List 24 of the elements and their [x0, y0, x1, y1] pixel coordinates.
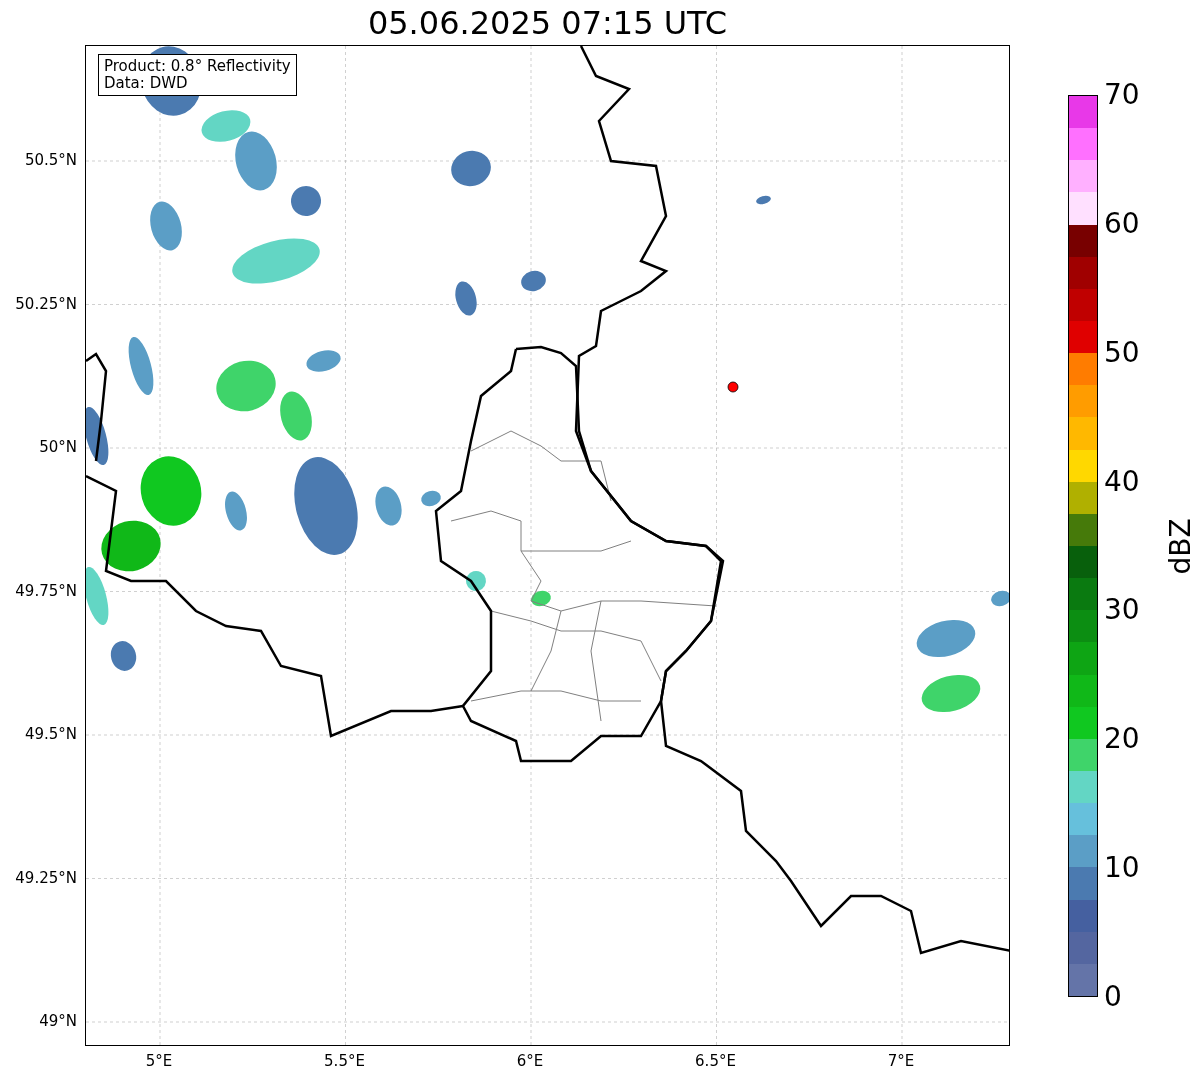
colorbar-label: dBZ — [1163, 517, 1197, 575]
info-text: Data: DWD — [104, 75, 189, 92]
colorbar-tick-label: 0 — [1104, 983, 1122, 1011]
colorbar-tick-label: 40 — [1104, 467, 1140, 496]
colorbar-tick-label: 70 — [1104, 81, 1140, 109]
latitude-label: 49.25°N — [15, 868, 77, 887]
latitude-label: 50°N — [39, 438, 77, 456]
longitude-label: 5°E — [145, 1052, 173, 1070]
longitude-label: 7°E — [887, 1052, 915, 1070]
colorbar-tick-label: 10 — [1104, 854, 1140, 883]
colorbar-tick-label: 50 — [1104, 338, 1140, 367]
colorbar-tick-label: 30 — [1104, 596, 1140, 625]
longitude-label: 6.5°E — [695, 1052, 736, 1070]
colorbar-tick-label: 20 — [1104, 725, 1140, 754]
longitude-label: 5.5°E — [324, 1052, 365, 1070]
chart-title: 05.06.2025 07:15 UTC — [366, 2, 729, 44]
info-text: Product: 0.8° Reflectivity — [104, 58, 291, 75]
latitude-label: 50.25°N — [15, 294, 77, 313]
latitude-label: 49.5°N — [24, 725, 77, 743]
latitude-label: 50.5°N — [24, 151, 77, 169]
latitude-label: 49.75°N — [15, 581, 77, 600]
colorbar-tick-label: 60 — [1104, 209, 1140, 238]
latitude-label: 49°N — [39, 1012, 77, 1030]
longitude-label: 6°E — [516, 1052, 544, 1070]
